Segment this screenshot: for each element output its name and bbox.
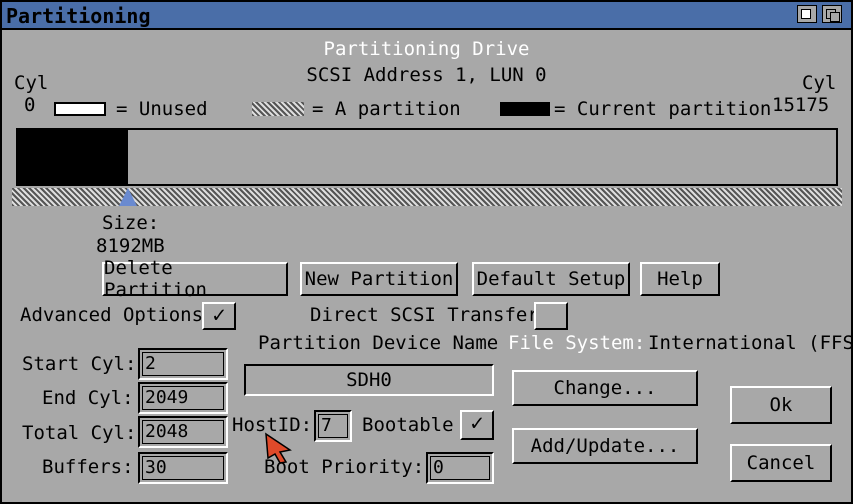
device-name-field[interactable]: SDH0 <box>244 364 494 396</box>
direct-scsi-checkbox[interactable] <box>534 302 568 330</box>
partitioning-window: Partitioning Partitioning Drive SCSI Add… <box>0 0 853 504</box>
end-cyl-label: End Cyl: <box>42 387 134 409</box>
zoom-gadget-icon[interactable] <box>797 5 817 23</box>
filesystem-value: International (FFS) <box>648 332 853 354</box>
end-cyl-value: 2049 <box>145 387 189 408</box>
scsi-address: SCSI Address 1, LUN 0 <box>306 64 547 86</box>
boot-priority-value: 0 <box>433 457 444 478</box>
cancel-button[interactable]: Cancel <box>730 444 832 482</box>
new-partition-button[interactable]: New Partition <box>300 262 458 296</box>
current-partition-block[interactable] <box>18 130 128 184</box>
boot-priority-label: Boot Priority: <box>264 456 425 478</box>
buffers-field[interactable]: 30 <box>138 452 228 484</box>
cyl-right-value: 15175 <box>772 94 830 116</box>
current-swatch <box>500 102 550 116</box>
start-cyl-label: Start Cyl: <box>22 353 137 375</box>
direct-scsi-label: Direct SCSI Transfer <box>310 304 539 326</box>
bootable-checkbox[interactable]: ✓ <box>460 410 494 440</box>
unused-swatch <box>54 102 106 116</box>
total-cyl-label: Total Cyl: <box>22 422 137 444</box>
partition-map[interactable] <box>16 128 838 186</box>
start-cyl-value: 2 <box>145 353 156 374</box>
depth-gadget-icon[interactable] <box>822 5 842 23</box>
ok-button[interactable]: Ok <box>730 386 832 424</box>
window-title: Partitioning <box>6 4 151 28</box>
cyl-left-value: 0 <box>24 94 36 116</box>
drive-title: Partitioning Drive <box>323 38 530 60</box>
boot-priority-field[interactable]: 0 <box>426 452 494 484</box>
buffers-value: 30 <box>145 457 167 478</box>
advanced-options-checkbox[interactable]: ✓ <box>202 302 236 330</box>
slider-arrow-icon[interactable] <box>119 188 137 206</box>
default-setup-button[interactable]: Default Setup <box>472 262 630 296</box>
cyl-left-label: Cyl <box>14 72 49 94</box>
delete-partition-button[interactable]: Delete Partition <box>102 257 288 301</box>
cyl-right-label: Cyl <box>802 72 837 94</box>
advanced-options-label: Advanced Options <box>20 304 204 326</box>
legend-current: = Current partition <box>554 98 772 120</box>
device-name-label: Partition Device Name <box>258 332 499 354</box>
title-bar[interactable]: Partitioning <box>2 2 851 30</box>
size-value: 8192MB <box>96 235 165 257</box>
bootable-label: Bootable <box>362 414 454 436</box>
filesystem-label: File System: <box>508 332 646 354</box>
change-filesystem-button[interactable]: Change... <box>512 370 698 406</box>
buffers-label: Buffers: <box>42 456 134 478</box>
partition-swatch <box>252 102 304 116</box>
total-cyl-field[interactable]: 2048 <box>138 416 228 448</box>
end-cyl-field[interactable]: 2049 <box>138 382 228 414</box>
legend-unused: = Unused <box>116 98 208 120</box>
hostid-value: 7 <box>321 415 332 436</box>
size-label: Size: <box>102 212 160 234</box>
help-button[interactable]: Help <box>640 262 720 296</box>
add-update-button[interactable]: Add/Update... <box>512 428 698 464</box>
hostid-field[interactable]: 7 <box>314 410 352 442</box>
legend-partition: = A partition <box>312 98 461 120</box>
start-cyl-field[interactable]: 2 <box>138 348 228 380</box>
total-cyl-value: 2048 <box>145 421 189 442</box>
